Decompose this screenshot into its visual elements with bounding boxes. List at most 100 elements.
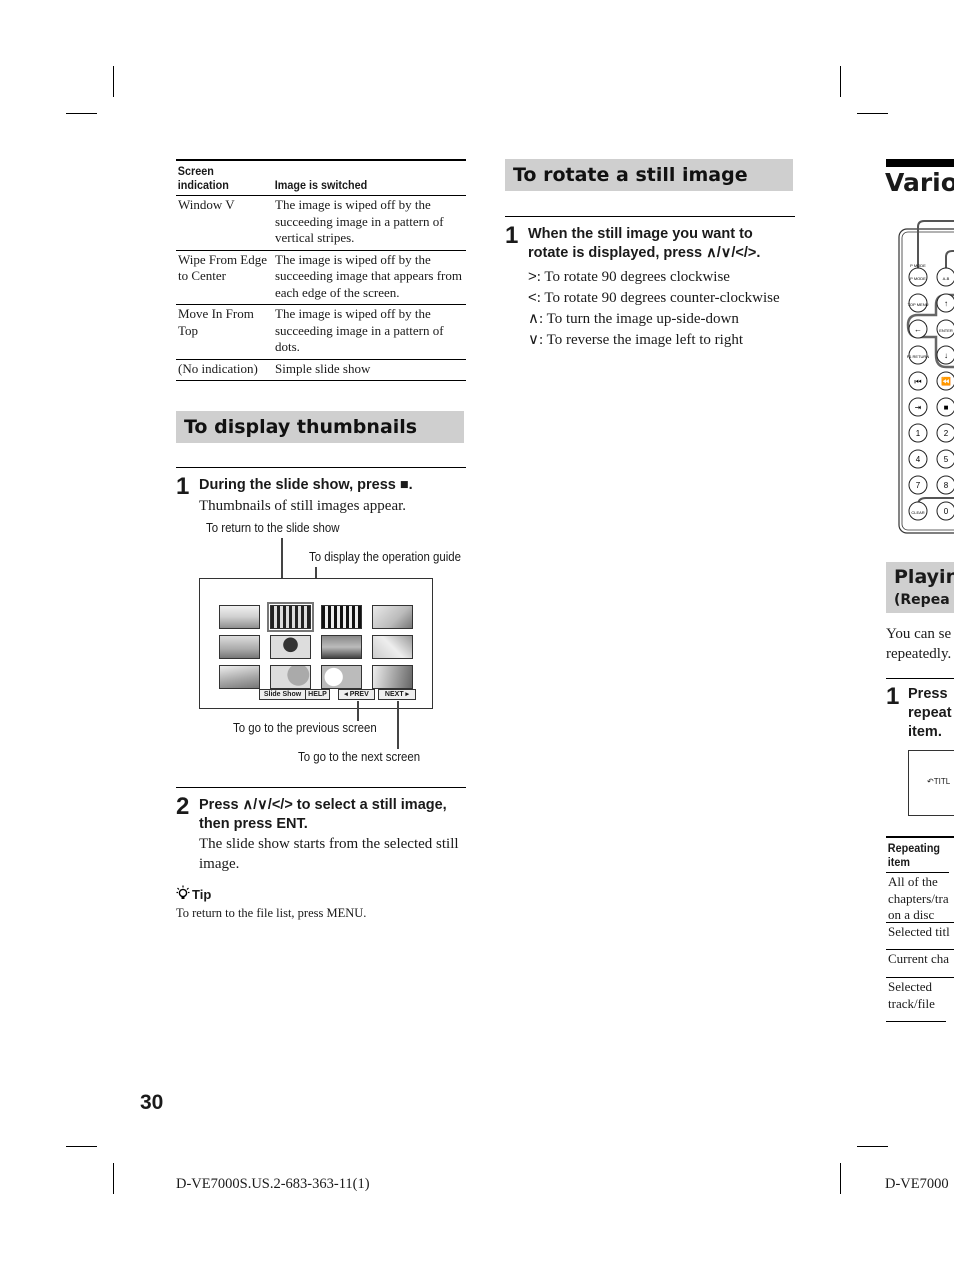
table-cell: Simple slide show xyxy=(273,359,466,381)
crop-mark xyxy=(113,66,114,97)
table-cell: The image is wiped off by the succeeding… xyxy=(273,250,466,305)
step-number: 1 xyxy=(176,473,190,500)
remote-button-label: ENTER xyxy=(939,328,953,333)
table-cell: Window V xyxy=(176,195,273,251)
remote-button-label: 0 xyxy=(944,507,949,516)
step-heading: Press repeat item. xyxy=(908,685,952,742)
intro-line: repeatedly. xyxy=(886,645,952,662)
remote-control-illustration: P MODE A-B TOP MENU ↑ ← ENTER F1 RETURN ↓ ⏮ ⏪ ⇥ ■ 1 2… xyxy=(898,220,954,534)
remote-button-label: CLEAR xyxy=(911,510,924,515)
crop-mark xyxy=(66,1146,97,1147)
table-row: Window V The image is wiped off by the s… xyxy=(176,195,466,251)
remote-label: P MODE xyxy=(910,263,926,268)
page-number: 30 xyxy=(140,1091,164,1114)
thumbnail[interactable] xyxy=(270,635,311,659)
step-body: Thumbnails of still images appear. xyxy=(199,498,407,514)
thumbnail-selected[interactable] xyxy=(267,602,314,632)
step-number: 1 xyxy=(886,683,900,710)
section-subheading: (Repea xyxy=(894,592,950,608)
remote-button-label: ↓ xyxy=(944,351,948,360)
repeat-indicator: ↶TITL xyxy=(927,777,950,786)
intro-line: You can se xyxy=(886,626,952,642)
rotate-option: ∨: To reverse the image left to right xyxy=(528,329,743,351)
footer-code: D-VE7000S.US.2-683-363-11(1) xyxy=(176,1176,370,1192)
table-header: Image is switched xyxy=(273,160,447,196)
next-button[interactable]: NEXT ▸ xyxy=(378,689,416,700)
callout-return-slideshow: To return to the slide show xyxy=(206,520,340,535)
remote-button-label: 4 xyxy=(916,455,921,464)
remote-button-label: P MODE xyxy=(910,276,926,281)
repeat-icon: ↶ xyxy=(927,777,934,786)
crop-mark xyxy=(840,66,841,97)
thumbnail[interactable] xyxy=(321,665,362,689)
section-heading-rotate: To rotate a still image xyxy=(505,159,793,191)
repeat-text: TITL xyxy=(933,777,951,786)
table-cell: (No indication) xyxy=(176,359,273,381)
rotate-option: <: To rotate 90 degrees counter-clockwis… xyxy=(528,287,780,309)
crop-mark xyxy=(840,1163,841,1194)
callout-previous-screen: To go to the previous screen xyxy=(233,720,377,735)
rotate-option: ∧: To turn the image up-side-down xyxy=(528,308,739,330)
remote-button-label: ← xyxy=(914,325,922,334)
intro-text: You can se repeatedly. xyxy=(886,625,951,664)
section-heading-playing: Playin xyxy=(894,566,954,588)
remote-button-label: ⏮ xyxy=(914,377,921,386)
thumbnail[interactable] xyxy=(219,605,260,629)
table-cell: Current cha xyxy=(886,950,954,978)
divider xyxy=(886,678,954,679)
thumbnail[interactable] xyxy=(219,635,260,659)
option-text: : To turn the image up-side-down xyxy=(538,311,739,327)
thumbnail[interactable] xyxy=(321,635,362,659)
table-cell: The image is wiped off by the succeeding… xyxy=(273,304,466,360)
slide-show-button[interactable]: Slide Show xyxy=(259,689,306,700)
title-bar xyxy=(886,159,954,167)
step-heading: During the slide show, press ■. xyxy=(199,477,413,493)
remote-button-label: F1 RETURN xyxy=(907,354,930,359)
callout-line xyxy=(397,701,399,749)
next-page-partial: Variou P MODE A-B TOP MENU ↑ ← ENTER F1 RETURN… xyxy=(860,0,954,1261)
remote-button-label: 8 xyxy=(944,481,949,490)
help-button[interactable]: HELP xyxy=(305,689,330,700)
callout-operation-guide: To display the operation guide xyxy=(309,549,462,564)
repeat-table: Repeating item All of the chapters/tra o… xyxy=(886,836,954,1022)
prev-button[interactable]: ◂ PREV xyxy=(338,689,375,700)
table-row: Wipe From Edge to Center The image is wi… xyxy=(176,250,466,305)
option-text: : To rotate 90 degrees clockwise xyxy=(536,269,730,285)
remote-button-label: 5 xyxy=(944,455,949,464)
thumbnail[interactable] xyxy=(372,665,413,689)
table-cell: Selected track/file xyxy=(886,978,946,1022)
remote-button-label: A-B xyxy=(943,276,950,281)
remote-button-label: ⏪ xyxy=(941,376,951,386)
thumbnail[interactable] xyxy=(372,605,413,629)
thumbnail[interactable] xyxy=(270,665,311,689)
thumbnail-screen: Slide Show HELP ◂ PREV NEXT ▸ xyxy=(199,578,433,709)
thumbnail[interactable] xyxy=(372,635,413,659)
option-text: : To rotate 90 degrees counter-clockwise xyxy=(536,290,780,306)
key-symbol: < xyxy=(528,289,537,306)
step-number: 1 xyxy=(505,222,519,249)
key-symbol: ∧ xyxy=(528,310,539,327)
section-heading-thumbnails: To display thumbnails xyxy=(176,411,464,443)
crop-mark xyxy=(113,1163,114,1194)
option-text: : To reverse the image left to right xyxy=(538,332,744,348)
step-line: Press xyxy=(908,686,948,702)
thumbnail[interactable] xyxy=(321,605,362,629)
tip-label: Tip xyxy=(176,885,211,903)
callout-line xyxy=(357,701,359,721)
remote-button-label: 1 xyxy=(916,429,921,438)
step-body: The slide show starts from the selected … xyxy=(199,836,459,872)
callout-next-screen: To go to the next screen xyxy=(298,749,421,764)
remote-button-label: TOP MENU xyxy=(908,302,929,307)
tip-text: To return to the file list, press MENU. xyxy=(176,906,367,920)
key-symbol: ∨ xyxy=(528,331,539,348)
table-cell: Wipe From Edge to Center xyxy=(176,250,273,305)
step-line: item. xyxy=(908,724,942,740)
step-heading: Press ∧/∨/</> to select a still image, t… xyxy=(199,797,447,832)
crop-mark xyxy=(66,113,97,114)
table-cell: Selected titl xyxy=(886,923,954,950)
divider xyxy=(505,216,795,217)
repeat-screen: ↶TITL xyxy=(908,750,954,816)
thumbnail[interactable] xyxy=(219,665,260,689)
divider xyxy=(176,787,466,788)
table-cell: Move In From Top xyxy=(176,304,273,360)
